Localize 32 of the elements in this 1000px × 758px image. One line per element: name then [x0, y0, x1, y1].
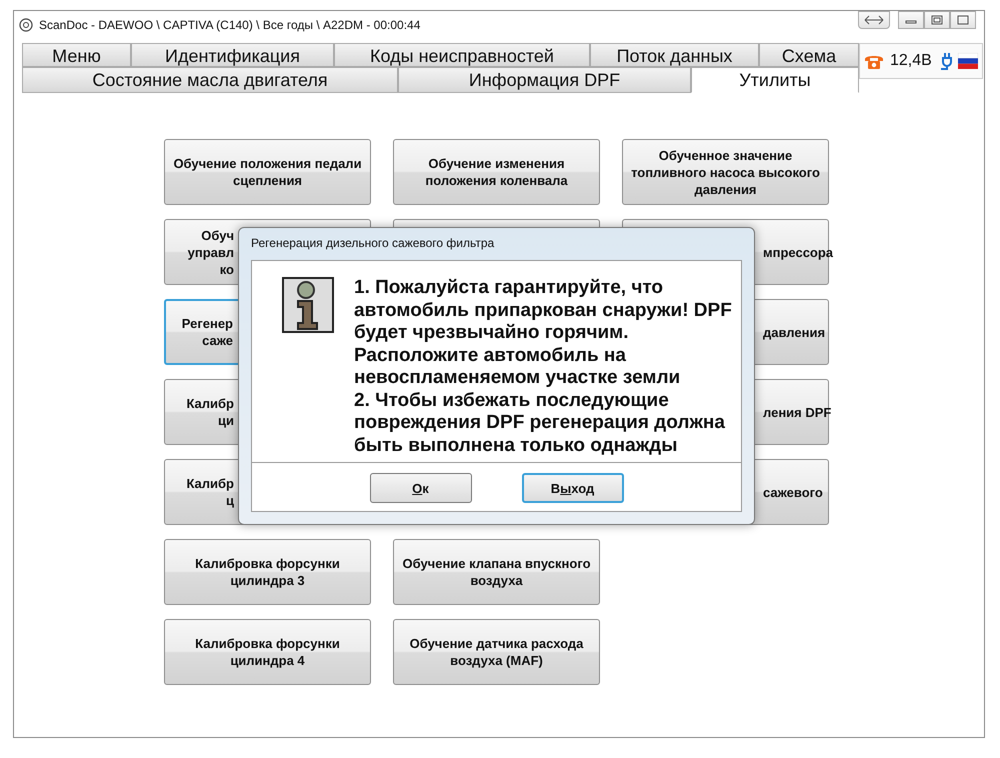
utility-button[interactable]: Обученное значение топливного насоса высокого давления [622, 139, 829, 205]
maximize-button[interactable] [924, 11, 950, 29]
voltage-reading: 12,4В [890, 52, 932, 70]
dialog-button[interactable]: Ок [370, 473, 472, 503]
tab[interactable]: Информация DPF [398, 67, 691, 93]
utility-button[interactable]: Обучение датчика расхода воздуха (MAF) [393, 619, 600, 685]
utility-button[interactable]: Калибровка форсунки цилиндра 4 [164, 619, 371, 685]
close-button[interactable] [950, 11, 976, 29]
utility-button[interactable]: Обучение положения педали сцепления [164, 139, 371, 205]
tab[interactable]: Состояние масла двигателя [22, 67, 398, 93]
plug-icon [940, 52, 954, 70]
utility-button[interactable]: Обучение клапана впускного воздуха [393, 539, 600, 605]
double-arrow-icon [864, 15, 884, 25]
tab[interactable]: Схема [759, 43, 859, 67]
utility-button[interactable]: Калибровка форсунки цилиндра 3 [164, 539, 371, 605]
minimize-button[interactable] [898, 11, 924, 29]
utility-button[interactable]: Обучение изменения положения коленвала [393, 139, 600, 205]
maximize-icon [931, 15, 943, 25]
tab[interactable]: Идентификация [131, 43, 334, 67]
tab[interactable]: Поток данных [590, 43, 759, 67]
tab[interactable]: Коды неисправностей [334, 43, 590, 67]
tab[interactable]: Утилиты [691, 67, 859, 93]
tab[interactable]: Меню [22, 43, 131, 67]
flag-icon [958, 53, 978, 69]
resize-button[interactable] [858, 11, 890, 29]
info-icon [282, 277, 334, 333]
dialog-button[interactable]: Выход [522, 473, 624, 503]
window-icon [957, 15, 969, 25]
dialog-title: Регенерация дизельного сажевого фильтра [251, 235, 496, 252]
app-icon [19, 18, 33, 32]
message-text: 1. Пожалуйста гарантируйте, что автомобиль припаркован снаружи! DPF будет чрезвычайно горячим. Расположите автомобиль на невоспламеняемом участке земли 2. Чтобы избежать последующие повреждения DPF регенерация должна быть выполнена только однажды [354, 277, 732, 458]
window-title: ScanDoc - DAEWOO \ CAPTIVA (C140) \ Все годы \ A22DM - 00:00:44 [39, 18, 422, 32]
